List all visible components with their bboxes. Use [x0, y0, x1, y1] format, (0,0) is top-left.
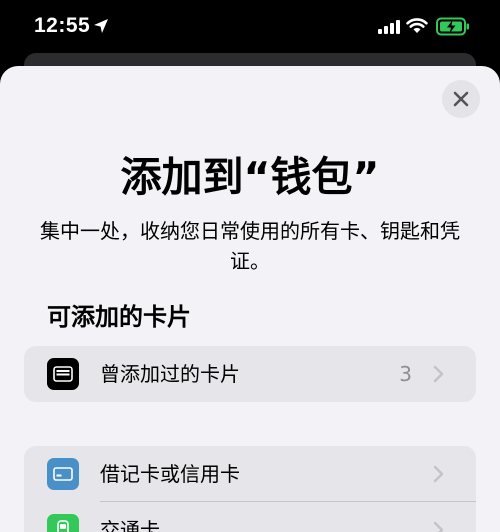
chevron-right-icon [433, 465, 444, 483]
previous-cards-count: 3 [399, 362, 412, 386]
chevron-right-icon [433, 521, 444, 532]
sheet-subtitle: 集中一处，收纳您日常使用的所有卡、钥匙和凭证。 [40, 219, 460, 273]
previous-cards-row[interactable]: 曾添加过的卡片 3 [24, 346, 476, 402]
credit-card-icon [47, 458, 79, 490]
status-bar: 12:55 [0, 0, 500, 56]
sheet-title: 添加到“钱包” [120, 153, 380, 201]
battery-charging-icon [436, 17, 469, 36]
debit-credit-card-row[interactable]: 借记卡或信用卡 [24, 446, 476, 502]
transit-card-label: 交通卡 [100, 518, 160, 532]
wifi-icon [406, 18, 428, 33]
section-header-available-cards: 可添加的卡片 [47, 303, 191, 331]
cellular-signal-icon [378, 20, 400, 34]
card-types-group: 借记卡或信用卡 交通卡 [24, 446, 476, 532]
close-button[interactable] [442, 80, 480, 118]
status-time: 12:55 [34, 14, 91, 37]
transit-card-icon [47, 514, 79, 532]
previous-cards-group: 曾添加过的卡片 3 [24, 346, 476, 402]
debit-credit-card-label: 借记卡或信用卡 [100, 462, 240, 486]
location-arrow-icon [94, 19, 108, 33]
close-icon [453, 91, 469, 107]
transit-card-row[interactable]: 交通卡 [24, 502, 476, 532]
chevron-right-icon [433, 365, 444, 383]
wallet-icon [47, 358, 79, 390]
previous-cards-label: 曾添加过的卡片 [100, 362, 240, 386]
